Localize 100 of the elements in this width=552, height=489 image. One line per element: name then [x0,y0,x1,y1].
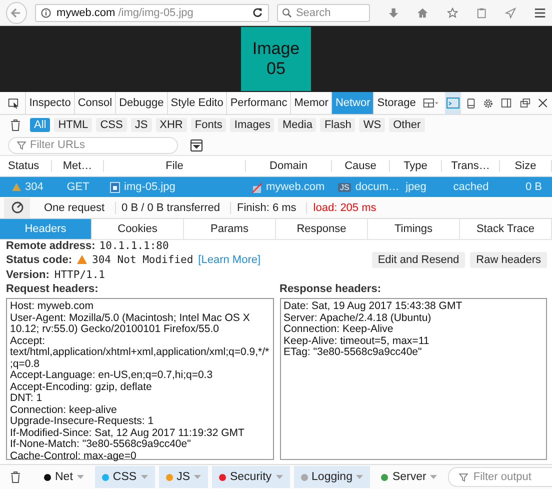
har-icon[interactable] [190,138,203,152]
type-filter-button[interactable]: HTML [54,118,92,132]
caret-icon [356,475,364,479]
image-file-icon [110,182,120,192]
type-filter-button[interactable]: Other [389,118,425,132]
caret-icon [76,475,84,479]
star-icon[interactable] [446,6,458,18]
transferred-cell-text: cached [452,181,490,193]
address-bar[interactable]: myweb.com /img/img-05.jpg [34,4,269,22]
element-picker-icon[interactable] [8,96,20,110]
close-icon[interactable] [538,97,548,109]
download-icon[interactable] [388,6,400,18]
column-header[interactable]: Size [500,160,552,172]
console-split-button[interactable] [444,92,461,114]
column-header[interactable]: Status [0,160,52,172]
trash-icon[interactable] [10,119,21,131]
remote-address-label: Remote address: [6,240,96,252]
cause-cell: docum… [355,181,400,193]
type-filter-button[interactable]: XHR [156,118,187,132]
sidebar-icon[interactable] [501,97,512,109]
filter-output-field[interactable]: Filter output [448,467,552,487]
console-filter-button[interactable]: JS [158,466,208,488]
performance-button[interactable] [4,198,30,218]
type-filter-button[interactable]: Images [230,118,274,132]
devtools-tab[interactable]: Debugge [115,92,167,114]
search-field[interactable]: Search [276,4,370,22]
console-filter-button[interactable]: Server [374,466,444,488]
version-value: HTTP/1.1 [54,268,105,280]
status-code-value: 304 Not Modified [92,254,194,266]
response-headers-title: Response headers: [280,283,382,295]
devtools-tab[interactable]: Style Edito [166,92,226,114]
back-arrow-icon [10,6,22,18]
windows-icon[interactable] [520,97,530,109]
remote-address-value: 10.1.1.1:80 [99,240,169,252]
menu-icon[interactable] [534,6,546,18]
warning-icon [12,183,21,191]
clipboard-icon[interactable] [476,6,487,18]
request-headers-title: Request headers: [6,283,100,295]
gauge-icon [10,201,24,214]
type-filter-button[interactable]: Fonts [190,118,226,132]
image-text: Image [252,39,300,59]
insecure-lock-icon [252,182,262,192]
warning-icon [77,255,88,264]
type-filter-button[interactable]: JS [130,118,152,132]
devtools-tab[interactable]: Storage [373,92,419,114]
column-header[interactable]: Type [390,160,442,172]
devtools-tab[interactable]: Performanc [226,92,290,114]
layout-icon[interactable] [422,97,439,109]
filter-icon [17,140,26,150]
request-row[interactable]: 304 GET img-05.jpg myweb.com JS docum… jpeg cached 0 B [0,177,552,197]
caret-icon [140,475,148,479]
details-tab[interactable]: Stack Trace [460,219,552,239]
info-icon [40,8,51,18]
type-filter-button[interactable]: WS [359,118,386,132]
console-filter-button[interactable]: CSS [94,466,155,488]
details-tab[interactable]: Cookies [92,219,184,239]
request-headers-textarea[interactable]: Host: myweb.com User-Agent: Mozilla/5.0 (Macintosh; Intel Mac OS X 10.12; rv:55.0) Gecko/20100101 Firefox/55.0 Accept: text/html,application/xhtml+xml,application/xml;q=0.9,*/*;q=0.8 Accept-Language: en-US,en;q=0.7,hi;q=0.3 Accept-Encoding: gzip, deflate DNT: 1 Connection: keep-alive Upgrade-Insecure-Requests: 1 If-Modified-Since: Sat, 12 Aug 2017 11:19:32 GMT If-None-Match: "3e80-5568c9a9cc40e" Cache-Control: max-age=0 [6,298,274,460]
type-filter-button[interactable]: Flash [320,118,356,132]
details-tab[interactable]: Response [276,219,368,239]
settings-icon[interactable] [483,96,494,110]
raw-headers-button[interactable]: Raw headers [470,252,547,268]
devtools-tab[interactable]: Consol [74,92,116,114]
type-filter-button[interactable]: CSS [96,118,127,132]
version-label: Version: [6,268,50,280]
learn-more-link[interactable]: [Learn More] [198,254,261,266]
details-tab[interactable]: Params [184,219,276,239]
type-filter-button[interactable]: Media [278,118,316,132]
column-header[interactable]: File [104,160,246,172]
method-cell-text: GET [66,181,90,193]
request-count: One request [38,202,116,214]
console-filter-button[interactable]: Logging [294,466,370,488]
caret-icon [276,475,283,479]
trash-icon[interactable] [10,471,21,483]
home-icon[interactable] [417,6,429,18]
send-icon[interactable] [504,6,516,18]
back-button[interactable] [6,2,27,24]
load-time: load: 205 ms [312,202,378,214]
details-tab[interactable]: Timings [368,219,460,239]
search-icon [282,8,292,18]
column-header[interactable]: Domain [246,160,332,172]
cause-badge: JS [338,182,352,192]
devtools-tab[interactable]: Inspecto [25,92,74,114]
column-header[interactable]: Trans… [442,160,500,172]
console-filter-button[interactable]: Security [212,466,290,488]
filter-urls-field[interactable]: Filter URLs [8,136,178,154]
console-filter-button[interactable]: Net [37,466,91,488]
caret-icon [430,475,438,479]
response-headers-textarea[interactable]: Date: Sat, 19 Aug 2017 15:43:38 GMT Server: Apache/2.4.18 (Ubuntu) Connection: Keep-Alive Keep-Alive: timeout=5, max=11 ETag: "3e80-5568c9a9cc40e" [280,298,547,460]
phone-icon[interactable] [466,96,475,110]
column-header[interactable]: Cause [332,160,390,172]
status-code-label: Status code: [6,254,72,266]
reload-icon[interactable] [252,7,263,18]
status-cell: 304 [25,181,44,193]
file-cell: img-05.jpg [124,181,176,193]
filter-icon [459,472,468,482]
column-header[interactable]: Met… [52,160,104,172]
edit-and-resend-button[interactable]: Edit and Resend [372,252,466,268]
image-text: 05 [266,59,286,79]
domain-cell: myweb.com [266,181,325,193]
finish-time: Finish: 6 ms [230,202,308,214]
